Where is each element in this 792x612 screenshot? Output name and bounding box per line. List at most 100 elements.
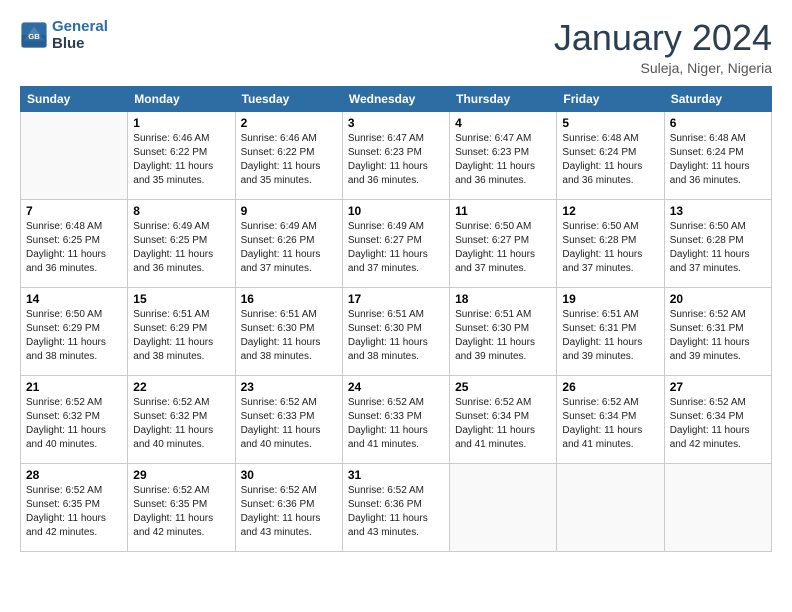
day-number: 24 bbox=[348, 380, 444, 394]
calendar-table: Sunday Monday Tuesday Wednesday Thursday… bbox=[20, 86, 772, 552]
day-number: 31 bbox=[348, 468, 444, 482]
calendar-cell: 24 Sunrise: 6:52 AM Sunset: 6:33 PM Dayli… bbox=[342, 375, 449, 463]
calendar-cell: 11 Sunrise: 6:50 AM Sunset: 6:27 PM Dayli… bbox=[450, 199, 557, 287]
day-number: 7 bbox=[26, 204, 122, 218]
day-info: Sunrise: 6:47 AM Sunset: 6:23 PM Dayligh… bbox=[348, 132, 444, 188]
logo-blue: Blue bbox=[52, 35, 85, 52]
day-info: Sunrise: 6:51 AM Sunset: 6:29 PM Dayligh… bbox=[133, 308, 229, 364]
calendar-week-row: 1 Sunrise: 6:46 AM Sunset: 6:22 PM Daylig… bbox=[21, 111, 772, 199]
day-number: 8 bbox=[133, 204, 229, 218]
day-number: 11 bbox=[455, 204, 551, 218]
day-number: 17 bbox=[348, 292, 444, 306]
day-info: Sunrise: 6:51 AM Sunset: 6:31 PM Dayligh… bbox=[562, 308, 658, 364]
day-info: Sunrise: 6:50 AM Sunset: 6:27 PM Dayligh… bbox=[455, 220, 551, 276]
day-info: Sunrise: 6:46 AM Sunset: 6:22 PM Dayligh… bbox=[133, 132, 229, 188]
day-info: Sunrise: 6:48 AM Sunset: 6:24 PM Dayligh… bbox=[562, 132, 658, 188]
day-info: Sunrise: 6:52 AM Sunset: 6:33 PM Dayligh… bbox=[241, 396, 337, 452]
calendar-cell: 20 Sunrise: 6:52 AM Sunset: 6:31 PM Dayli… bbox=[664, 287, 771, 375]
calendar-cell: 9 Sunrise: 6:49 AM Sunset: 6:26 PM Daylig… bbox=[235, 199, 342, 287]
day-number: 1 bbox=[133, 116, 229, 130]
day-info: Sunrise: 6:49 AM Sunset: 6:25 PM Dayligh… bbox=[133, 220, 229, 276]
day-number: 16 bbox=[241, 292, 337, 306]
day-number: 29 bbox=[133, 468, 229, 482]
calendar-week-row: 28 Sunrise: 6:52 AM Sunset: 6:35 PM Dayli… bbox=[21, 463, 772, 551]
calendar-week-row: 14 Sunrise: 6:50 AM Sunset: 6:29 PM Dayli… bbox=[21, 287, 772, 375]
day-number: 10 bbox=[348, 204, 444, 218]
header: GB General Blue January 2024 Suleja, Nig… bbox=[20, 18, 772, 76]
day-info: Sunrise: 6:47 AM Sunset: 6:23 PM Dayligh… bbox=[455, 132, 551, 188]
day-info: Sunrise: 6:52 AM Sunset: 6:34 PM Dayligh… bbox=[670, 396, 766, 452]
calendar-cell: 1 Sunrise: 6:46 AM Sunset: 6:22 PM Daylig… bbox=[128, 111, 235, 199]
calendar-week-row: 7Sunrise: 6:48 AM Sunset: 6:25 PM Daylig… bbox=[21, 199, 772, 287]
calendar-cell: 5 Sunrise: 6:48 AM Sunset: 6:24 PM Daylig… bbox=[557, 111, 664, 199]
calendar-cell bbox=[557, 463, 664, 551]
calendar-cell bbox=[21, 111, 128, 199]
calendar-cell: 3Sunrise: 6:47 AM Sunset: 6:23 PM Daylig… bbox=[342, 111, 449, 199]
day-number: 20 bbox=[670, 292, 766, 306]
calendar-week-row: 21 Sunrise: 6:52 AM Sunset: 6:32 PM Dayli… bbox=[21, 375, 772, 463]
day-number: 9 bbox=[241, 204, 337, 218]
day-number: 18 bbox=[455, 292, 551, 306]
header-monday: Monday bbox=[128, 86, 235, 111]
calendar-cell: 29 Sunrise: 6:52 AM Sunset: 6:35 PM Dayli… bbox=[128, 463, 235, 551]
calendar-cell: 7Sunrise: 6:48 AM Sunset: 6:25 PM Daylig… bbox=[21, 199, 128, 287]
day-info: Sunrise: 6:52 AM Sunset: 6:35 PM Dayligh… bbox=[133, 484, 229, 540]
day-number: 13 bbox=[670, 204, 766, 218]
day-number: 25 bbox=[455, 380, 551, 394]
calendar-cell: 6Sunrise: 6:48 AM Sunset: 6:24 PM Daylig… bbox=[664, 111, 771, 199]
day-number: 23 bbox=[241, 380, 337, 394]
calendar-cell bbox=[664, 463, 771, 551]
page: GB General Blue January 2024 Suleja, Nig… bbox=[0, 0, 792, 612]
day-info: Sunrise: 6:52 AM Sunset: 6:36 PM Dayligh… bbox=[348, 484, 444, 540]
day-number: 5 bbox=[562, 116, 658, 130]
day-info: Sunrise: 6:52 AM Sunset: 6:36 PM Dayligh… bbox=[241, 484, 337, 540]
header-sunday: Sunday bbox=[21, 86, 128, 111]
day-info: Sunrise: 6:52 AM Sunset: 6:32 PM Dayligh… bbox=[26, 396, 122, 452]
day-info: Sunrise: 6:50 AM Sunset: 6:28 PM Dayligh… bbox=[670, 220, 766, 276]
calendar-cell: 14 Sunrise: 6:50 AM Sunset: 6:29 PM Dayli… bbox=[21, 287, 128, 375]
day-number: 22 bbox=[133, 380, 229, 394]
header-wednesday: Wednesday bbox=[342, 86, 449, 111]
day-info: Sunrise: 6:52 AM Sunset: 6:31 PM Dayligh… bbox=[670, 308, 766, 364]
day-info: Sunrise: 6:49 AM Sunset: 6:27 PM Dayligh… bbox=[348, 220, 444, 276]
header-tuesday: Tuesday bbox=[235, 86, 342, 111]
day-info: Sunrise: 6:52 AM Sunset: 6:33 PM Dayligh… bbox=[348, 396, 444, 452]
day-number: 12 bbox=[562, 204, 658, 218]
calendar-cell: 13 Sunrise: 6:50 AM Sunset: 6:28 PM Dayli… bbox=[664, 199, 771, 287]
logo: GB General Blue bbox=[20, 18, 108, 53]
calendar-cell: 23 Sunrise: 6:52 AM Sunset: 6:33 PM Dayli… bbox=[235, 375, 342, 463]
day-number: 14 bbox=[26, 292, 122, 306]
calendar-cell: 15 Sunrise: 6:51 AM Sunset: 6:29 PM Dayli… bbox=[128, 287, 235, 375]
calendar-cell: 25Sunrise: 6:52 AM Sunset: 6:34 PM Dayli… bbox=[450, 375, 557, 463]
month-title: January 2024 bbox=[554, 18, 772, 58]
location: Suleja, Niger, Nigeria bbox=[554, 60, 772, 76]
calendar-cell: 27 Sunrise: 6:52 AM Sunset: 6:34 PM Dayli… bbox=[664, 375, 771, 463]
day-number: 28 bbox=[26, 468, 122, 482]
calendar-cell: 17 Sunrise: 6:51 AM Sunset: 6:30 PM Dayli… bbox=[342, 287, 449, 375]
day-info: Sunrise: 6:50 AM Sunset: 6:29 PM Dayligh… bbox=[26, 308, 122, 364]
day-info: Sunrise: 6:48 AM Sunset: 6:24 PM Dayligh… bbox=[670, 132, 766, 188]
day-number: 21 bbox=[26, 380, 122, 394]
calendar-cell: 31 Sunrise: 6:52 AM Sunset: 6:36 PM Dayli… bbox=[342, 463, 449, 551]
header-friday: Friday bbox=[557, 86, 664, 111]
calendar-cell: 19Sunrise: 6:51 AM Sunset: 6:31 PM Dayli… bbox=[557, 287, 664, 375]
calendar-cell: 10 Sunrise: 6:49 AM Sunset: 6:27 PM Dayli… bbox=[342, 199, 449, 287]
day-number: 2 bbox=[241, 116, 337, 130]
day-info: Sunrise: 6:51 AM Sunset: 6:30 PM Dayligh… bbox=[348, 308, 444, 364]
logo-icon: GB bbox=[20, 21, 48, 49]
calendar-cell: 18 Sunrise: 6:51 AM Sunset: 6:30 PM Dayli… bbox=[450, 287, 557, 375]
calendar-cell: 26Sunrise: 6:52 AM Sunset: 6:34 PM Dayli… bbox=[557, 375, 664, 463]
day-info: Sunrise: 6:51 AM Sunset: 6:30 PM Dayligh… bbox=[455, 308, 551, 364]
calendar-cell: 12Sunrise: 6:50 AM Sunset: 6:28 PM Dayli… bbox=[557, 199, 664, 287]
day-info: Sunrise: 6:46 AM Sunset: 6:22 PM Dayligh… bbox=[241, 132, 337, 188]
calendar-cell: 4Sunrise: 6:47 AM Sunset: 6:23 PM Daylig… bbox=[450, 111, 557, 199]
day-number: 15 bbox=[133, 292, 229, 306]
day-info: Sunrise: 6:49 AM Sunset: 6:26 PM Dayligh… bbox=[241, 220, 337, 276]
day-number: 30 bbox=[241, 468, 337, 482]
calendar-cell bbox=[450, 463, 557, 551]
calendar-cell: 21 Sunrise: 6:52 AM Sunset: 6:32 PM Dayli… bbox=[21, 375, 128, 463]
svg-text:GB: GB bbox=[28, 32, 40, 41]
calendar-cell: 8 Sunrise: 6:49 AM Sunset: 6:25 PM Daylig… bbox=[128, 199, 235, 287]
title-block: January 2024 Suleja, Niger, Nigeria bbox=[554, 18, 772, 76]
day-number: 27 bbox=[670, 380, 766, 394]
